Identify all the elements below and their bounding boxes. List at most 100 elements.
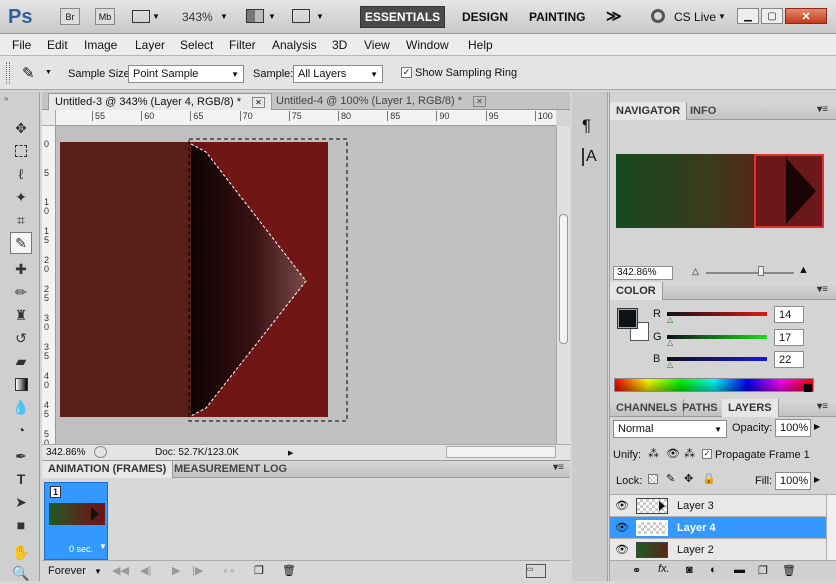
panel-menu-icon[interactable]: ▾≡ xyxy=(817,104,828,115)
new-layer-icon[interactable]: ❐ xyxy=(758,564,768,577)
move-tool-icon[interactable]: ✥ xyxy=(10,117,32,139)
gradient-tool-icon[interactable] xyxy=(10,373,32,395)
arrange-documents-icon[interactable] xyxy=(246,9,264,23)
layers-scrollbar[interactable] xyxy=(826,495,836,560)
blur-tool-icon[interactable]: 💧 xyxy=(10,396,32,418)
propagate-frame-checkbox[interactable]: ✓ xyxy=(702,449,712,459)
cs-live-icon[interactable] xyxy=(651,9,665,23)
workspace-design[interactable]: DESIGN xyxy=(462,10,508,24)
shape-tool-icon[interactable]: ■ xyxy=(10,514,32,536)
tab-layers[interactable]: LAYERS xyxy=(722,399,779,417)
zoom-out-icon[interactable]: △ xyxy=(692,266,699,277)
menu-window[interactable]: Window xyxy=(406,38,449,52)
status-zoom[interactable]: 342.86% xyxy=(46,447,85,458)
unify-visibility-icon[interactable]: 👁 xyxy=(666,447,680,460)
eyedropper-tool-icon[interactable]: ✎ xyxy=(10,232,32,254)
lock-position-icon[interactable]: ✥ xyxy=(684,472,693,485)
menu-select[interactable]: Select xyxy=(180,38,213,52)
layer-name[interactable]: Layer 3 xyxy=(677,500,714,512)
chevron-down-icon[interactable]: ▼ xyxy=(94,567,102,576)
menu-analysis[interactable]: Analysis xyxy=(272,38,317,52)
visibility-eye-icon[interactable]: 👁 xyxy=(615,521,629,534)
canvas-area[interactable] xyxy=(56,126,556,444)
tab-paths[interactable]: PATHS xyxy=(676,399,725,417)
visibility-eye-icon[interactable]: 👁 xyxy=(615,543,629,556)
navigator-view-box[interactable] xyxy=(754,154,824,228)
show-sampling-ring-checkbox[interactable]: ✓ xyxy=(401,67,412,78)
panel-menu-icon[interactable]: ▾≡ xyxy=(817,401,828,412)
new-group-icon[interactable]: ▬ xyxy=(734,564,745,576)
panel-menu-icon[interactable]: ▾≡ xyxy=(553,462,564,473)
menu-help[interactable]: Help xyxy=(468,38,493,52)
zoom-slider-track[interactable] xyxy=(706,272,794,274)
layer-name[interactable]: Layer 2 xyxy=(677,544,714,556)
panel-menu-icon[interactable]: ▾≡ xyxy=(817,284,828,295)
adjustment-layer-icon[interactable]: ◐ xyxy=(710,564,717,576)
frame-delay[interactable]: 0 sec. xyxy=(69,544,93,554)
tab-animation-frames[interactable]: ANIMATION (FRAMES) xyxy=(42,461,174,478)
visibility-eye-icon[interactable]: 👁 xyxy=(615,499,629,512)
workspace-painting[interactable]: PAINTING xyxy=(529,10,585,24)
history-brush-tool-icon[interactable]: ↺ xyxy=(10,327,32,349)
document-canvas[interactable] xyxy=(56,126,556,444)
blue-slider-thumb[interactable]: △ xyxy=(667,360,673,369)
delete-frame-icon[interactable]: 🗑 xyxy=(282,564,296,577)
more-workspaces-icon[interactable]: ≫ xyxy=(606,7,622,25)
layer-row-layer-4[interactable]: 👁 Layer 4 xyxy=(610,517,826,539)
layer-mask-icon[interactable]: ◙ xyxy=(686,564,693,576)
lock-pixels-icon[interactable]: ✎ xyxy=(666,472,675,485)
tab-measurement-log[interactable]: MEASUREMENT LOG xyxy=(168,461,293,478)
play-icon[interactable]: ▶ xyxy=(172,564,180,577)
vertical-ruler[interactable]: 051 01 52 02 53 03 54 04 55 0 xyxy=(42,126,56,448)
loop-select[interactable]: Forever xyxy=(48,565,86,577)
green-value[interactable]: 17 xyxy=(774,329,804,346)
vertical-scrollbar[interactable] xyxy=(556,126,570,444)
link-layers-icon[interactable]: ⚭ xyxy=(632,564,641,577)
tab-untitled-4[interactable]: Untitled-4 @ 100% (Layer 1, RGB/8) * ✕ xyxy=(270,93,492,110)
chevron-down-icon[interactable]: ▼ xyxy=(99,542,107,551)
menu-edit[interactable]: Edit xyxy=(47,38,68,52)
workspace-essentials[interactable]: ESSENTIALS xyxy=(360,6,445,28)
ruler-origin[interactable] xyxy=(42,110,56,126)
first-frame-icon[interactable]: ◀◀ xyxy=(112,564,129,577)
red-value[interactable]: 14 xyxy=(774,306,804,323)
red-slider[interactable] xyxy=(667,312,767,316)
opacity-field[interactable]: 100% xyxy=(775,419,811,437)
opacity-arrow-icon[interactable]: ▶ xyxy=(814,422,820,431)
close-tab-icon[interactable]: ✕ xyxy=(473,96,486,107)
type-tool-icon[interactable]: T xyxy=(10,468,32,490)
chevron-down-icon[interactable]: ▼ xyxy=(316,12,324,21)
layer-name[interactable]: Layer 4 xyxy=(677,522,716,534)
navigator-zoom-field[interactable]: 342.86% xyxy=(613,266,673,280)
menu-view[interactable]: View xyxy=(364,38,390,52)
cs-live-label[interactable]: CS Live xyxy=(674,10,716,24)
bridge-button[interactable]: Br xyxy=(60,8,80,25)
zoom-in-icon[interactable]: ▲ xyxy=(798,264,809,276)
tab-untitled-3[interactable]: Untitled-3 @ 343% (Layer 4, RGB/8) * ✕ xyxy=(48,93,272,110)
fill-field[interactable]: 100% xyxy=(775,472,811,490)
character-icon[interactable]: A xyxy=(582,148,597,166)
chevron-down-icon[interactable]: ▼ xyxy=(718,12,726,21)
foreground-color-swatch[interactable] xyxy=(617,308,638,329)
spot-healing-tool-icon[interactable]: ✚ xyxy=(10,258,32,280)
status-info-icon[interactable] xyxy=(94,446,107,458)
crop-tool-icon[interactable]: ⌗ xyxy=(10,209,32,231)
delete-layer-icon[interactable]: 🗑 xyxy=(782,564,796,577)
zoom-dropdown-icon[interactable]: ▼ xyxy=(220,12,228,21)
blue-slider[interactable] xyxy=(667,357,767,361)
color-spectrum[interactable] xyxy=(614,378,814,392)
black-swatch[interactable] xyxy=(804,384,812,392)
chevron-down-icon[interactable]: ▼ xyxy=(45,69,52,76)
path-selection-tool-icon[interactable]: ➤ xyxy=(10,491,32,513)
menu-image[interactable]: Image xyxy=(84,38,117,52)
hand-tool-icon[interactable]: ✋ xyxy=(10,541,32,563)
menu-layer[interactable]: Layer xyxy=(135,38,165,52)
menu-3d[interactable]: 3D xyxy=(332,38,347,52)
tab-color[interactable]: COLOR xyxy=(610,282,663,300)
pen-tool-icon[interactable]: ✒ xyxy=(10,445,32,467)
menu-file[interactable]: File xyxy=(12,38,31,52)
timeline-toggle-icon[interactable]: ▭ xyxy=(526,564,546,578)
screen-mode-icon[interactable] xyxy=(292,9,310,23)
zoom-slider-thumb[interactable] xyxy=(758,266,764,276)
unify-style-icon[interactable]: ⁂ xyxy=(684,447,695,460)
